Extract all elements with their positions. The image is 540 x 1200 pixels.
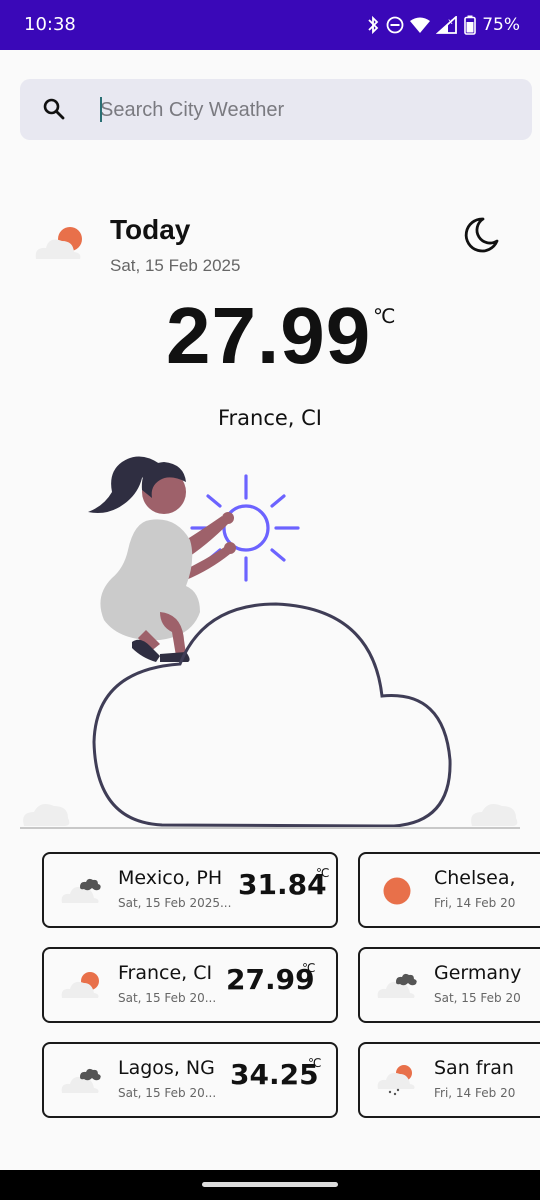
- city-date: Sat, 15 Feb 2025...: [118, 896, 232, 910]
- city-card[interactable]: Chelsea, Fri, 14 Feb 20: [358, 852, 540, 928]
- current-location: France, CI: [217, 406, 323, 430]
- small-cloud-right: [471, 804, 518, 826]
- search-icon: [42, 97, 66, 126]
- cloud-sun-rain-icon: [376, 1062, 420, 1101]
- city-date: Fri, 14 Feb 20: [434, 896, 516, 910]
- city-temperature-unit: ℃: [316, 866, 330, 880]
- cloud-sun-icon: [60, 967, 104, 1006]
- city-name: San fran: [434, 1057, 514, 1079]
- city-card[interactable]: Germany Sat, 15 Feb 20: [358, 947, 540, 1023]
- battery-icon: [464, 15, 477, 35]
- city-card[interactable]: Mexico, PH Sat, 15 Feb 2025... 31.84 ℃: [42, 852, 338, 928]
- dark-cloud-icon: [60, 872, 104, 911]
- signal-icon: x: [436, 16, 458, 34]
- city-date: Fri, 14 Feb 20: [434, 1086, 516, 1100]
- city-name: Chelsea,: [434, 867, 516, 889]
- temperature-unit: ℃: [373, 306, 396, 328]
- status-time: 10:38: [24, 14, 76, 35]
- dark-cloud-icon: [376, 967, 420, 1006]
- city-date: Sat, 15 Feb 20...: [118, 991, 217, 1005]
- city-card[interactable]: Lagos, NG Sat, 15 Feb 20... 34.25 ℃: [42, 1042, 338, 1118]
- city-name: France, CI: [118, 962, 213, 984]
- city-cards-grid: Mexico, PH Sat, 15 Feb 2025... 31.84 ℃ C…: [0, 850, 540, 1170]
- sun-icon: [382, 876, 412, 911]
- moon-icon[interactable]: [462, 216, 500, 259]
- navigation-bar: [0, 1170, 540, 1200]
- status-bar: 10:38 x 75%: [0, 0, 540, 50]
- city-date: Sat, 15 Feb 20...: [118, 1086, 217, 1100]
- bluetooth-icon: [366, 15, 380, 35]
- svg-text:x: x: [448, 17, 453, 26]
- city-card[interactable]: France, CI Sat, 15 Feb 20... 27.99 ℃: [42, 947, 338, 1023]
- small-cloud-left: [23, 804, 70, 826]
- divider: [20, 827, 520, 829]
- city-temperature: 34.25: [230, 1058, 319, 1091]
- search-input[interactable]: [100, 91, 510, 129]
- wifi-icon: [410, 17, 431, 33]
- current-temperature: 27.99: [166, 291, 372, 380]
- city-date: Sat, 15 Feb 20: [434, 991, 521, 1005]
- do-not-disturb-icon: [386, 16, 404, 34]
- city-temperature-unit: ℃: [302, 961, 316, 975]
- home-gesture-handle[interactable]: [202, 1182, 338, 1187]
- status-icons: x 75%: [366, 12, 520, 38]
- city-temperature: 31.84: [238, 868, 327, 901]
- city-card[interactable]: San fran Fri, 14 Feb 20: [358, 1042, 540, 1118]
- dark-cloud-icon: [60, 1062, 104, 1101]
- weather-illustration: [23, 456, 518, 828]
- battery-percent: 75%: [482, 15, 520, 35]
- city-name: Mexico, PH: [118, 867, 223, 889]
- today-date: Sat, 15 Feb 2025: [110, 256, 241, 275]
- search-bar[interactable]: [20, 79, 532, 140]
- city-name: Germany: [434, 962, 522, 984]
- cloud-sun-icon: [32, 222, 88, 267]
- person-figure: [88, 456, 236, 662]
- city-temperature-unit: ℃: [308, 1056, 322, 1070]
- text-caret: [100, 97, 102, 122]
- city-name: Lagos, NG: [118, 1057, 215, 1079]
- today-title: Today: [110, 214, 191, 245]
